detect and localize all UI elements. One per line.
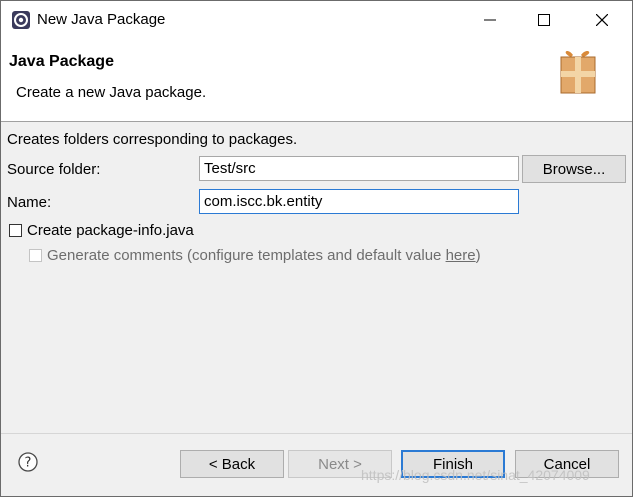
wizard-banner: Java Package Create a new Java package. (1, 39, 632, 122)
name-label: Name: (7, 194, 52, 211)
footer-separator (1, 433, 632, 434)
page-description: Create a new Java package. (16, 84, 207, 101)
next-button[interactable]: Next > (288, 450, 392, 478)
configure-templates-link[interactable]: here (446, 247, 476, 264)
finish-button[interactable]: Finish (401, 450, 505, 478)
close-button[interactable] (579, 1, 625, 39)
back-button[interactable]: < Back (180, 450, 284, 478)
maximize-icon (538, 14, 550, 26)
intro-text: Creates folders corresponding to package… (7, 131, 298, 148)
cancel-button[interactable]: Cancel (515, 450, 619, 478)
eclipse-icon (12, 11, 30, 29)
title-bar[interactable]: New Java Package (1, 1, 632, 39)
help-icon[interactable]: ? (18, 452, 38, 472)
page-title: Java Package (9, 53, 114, 70)
generate-comments-text: Generate comments (configure templates a… (47, 247, 446, 264)
generate-comments-suffix: ) (475, 247, 481, 264)
create-package-info-label[interactable]: Create package-info.java (27, 222, 194, 239)
svg-text:?: ? (25, 456, 32, 471)
package-wizard-icon (560, 51, 596, 94)
window-title: New Java Package (37, 11, 166, 28)
name-field[interactable]: com.iscc.bk.entity (199, 189, 519, 214)
minimize-icon (484, 19, 496, 21)
generate-comments-label: Generate comments (configure templates a… (47, 247, 481, 264)
generate-comments-checkbox[interactable] (29, 249, 42, 262)
dialog-window: New Java Package Java Package Create a n… (0, 0, 633, 497)
create-package-info-checkbox[interactable] (9, 224, 22, 237)
minimize-button[interactable] (467, 1, 513, 39)
close-icon (596, 14, 608, 26)
source-folder-field[interactable]: Test/src (199, 156, 519, 181)
maximize-button[interactable] (521, 1, 567, 39)
browse-button[interactable]: Browse... (522, 155, 626, 183)
source-folder-label: Source folder: (7, 161, 101, 178)
